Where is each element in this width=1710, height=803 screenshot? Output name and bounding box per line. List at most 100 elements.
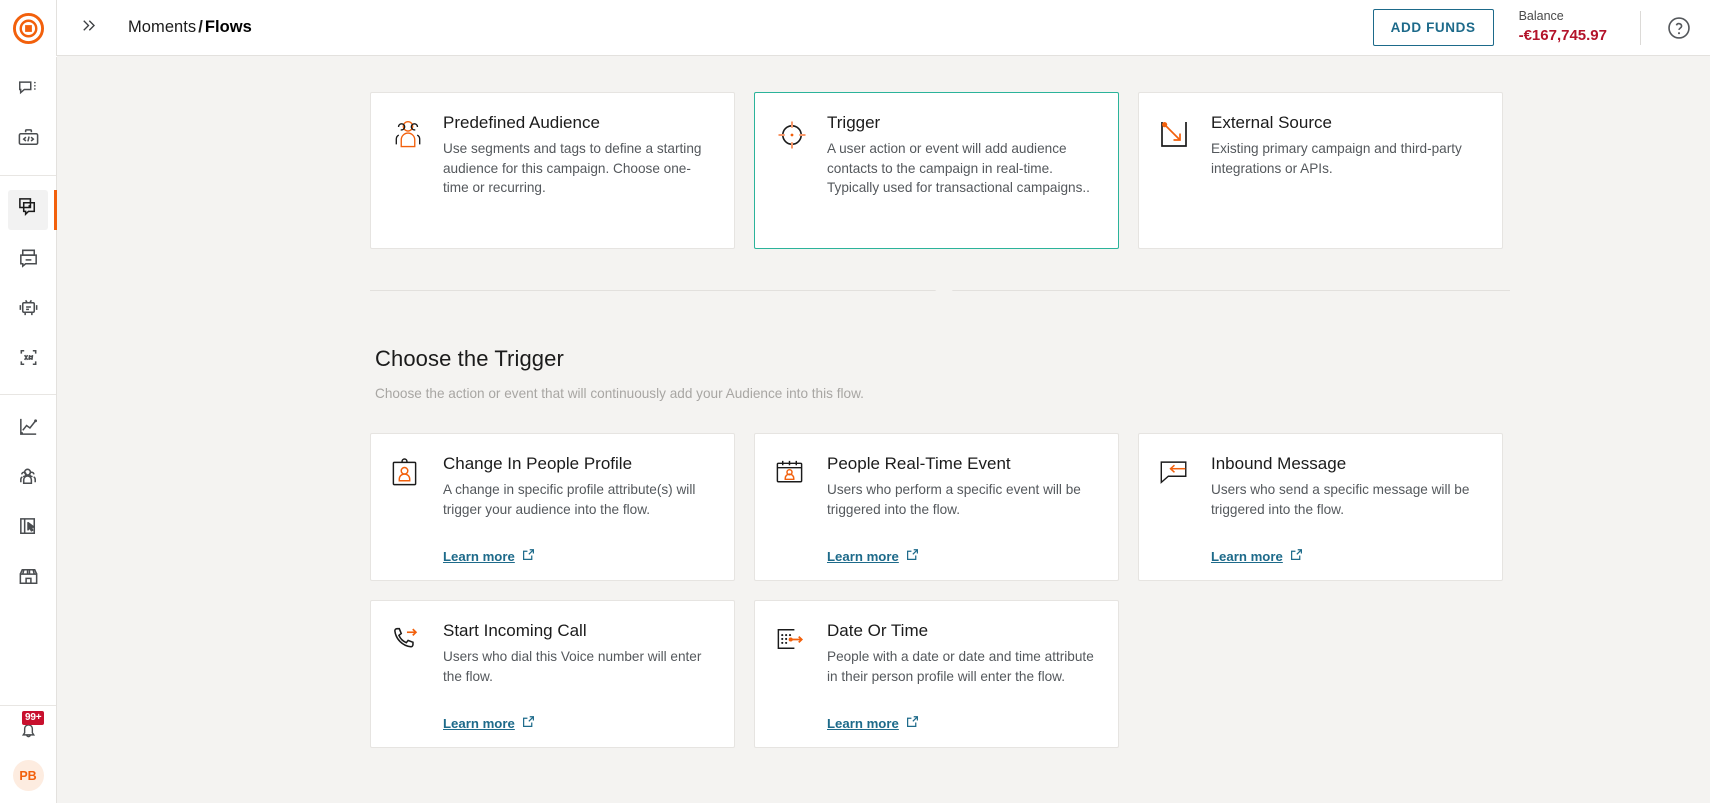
- moments-flows-icon: [17, 196, 40, 224]
- sidebar-item-developer-tools[interactable]: [8, 121, 48, 161]
- trigger-card-title: Date Or Time: [827, 621, 929, 640]
- left-navigation-rail: 99+ PB: [0, 0, 57, 803]
- entry-point-card-description: Existing primary campaign and third-part…: [1211, 141, 1462, 176]
- learn-more-link[interactable]: Learn more: [443, 530, 535, 564]
- people-icon: [17, 465, 40, 493]
- main-column: Moments / Flows ADD FUNDS Balance -€167,74…: [57, 0, 1710, 803]
- entry-point-card-row: Predefined Audience Use segments and tag…: [57, 92, 1710, 249]
- learn-more-link[interactable]: Learn more: [827, 530, 919, 564]
- entry-point-card-body: External Source Existing primary campaig…: [1211, 113, 1480, 228]
- sidebar-item-forms[interactable]: [8, 509, 48, 549]
- sidebar-item-analytics[interactable]: [8, 409, 48, 449]
- sidebar-item-moments[interactable]: [8, 190, 57, 230]
- balance-block: Balance -€167,745.97: [1519, 9, 1607, 45]
- notifications-button[interactable]: 99+: [8, 711, 48, 750]
- trigger-card-body: Change In People Profile A change in spe…: [443, 454, 712, 564]
- learn-more-label: Learn more: [827, 715, 899, 731]
- divider-caret-icon: [934, 283, 954, 292]
- external-link-icon: [522, 715, 535, 731]
- entry-point-card-predefined-audience[interactable]: Predefined Audience Use segments and tag…: [370, 92, 735, 249]
- incoming-call-icon: [390, 621, 426, 731]
- entry-point-card-body: Predefined Audience Use segments and tag…: [443, 113, 712, 228]
- top-bar-divider: [1640, 10, 1641, 45]
- breadcrumb-current: Flows: [204, 18, 252, 36]
- trigger-card-title: Change In People Profile: [443, 454, 633, 473]
- trigger-card-body: People Real-Time Event Users who perform…: [827, 454, 1096, 564]
- predefined-audience-icon: [390, 113, 426, 228]
- calendar-person-icon: [774, 454, 810, 564]
- trigger-card-body: Inbound Message Users who send a specifi…: [1211, 454, 1480, 564]
- trigger-card-description: A change in specific profile attribute(s…: [443, 482, 696, 517]
- rail-group-data: [0, 395, 56, 613]
- rail-group-moments: [0, 176, 57, 395]
- storefront-icon: [17, 565, 40, 593]
- balance-label: Balance: [1518, 9, 1564, 24]
- sidebar-item-conversations[interactable]: [8, 71, 48, 111]
- learn-more-link[interactable]: Learn more: [443, 697, 535, 731]
- learn-more-label: Learn more: [443, 548, 515, 564]
- entry-point-card-body: Trigger A user action or event will add …: [827, 113, 1096, 228]
- top-bar-right: ADD FUNDS Balance -€167,745.97: [1372, 9, 1692, 46]
- page-title: Choose the Trigger: [375, 346, 564, 371]
- section-subtitle: Choose the action or event that will con…: [375, 386, 864, 401]
- add-funds-button[interactable]: ADD FUNDS: [1372, 9, 1494, 46]
- trigger-card-people-real-time-event[interactable]: People Real-Time Event Users who perform…: [754, 433, 1119, 581]
- entry-point-card-title: External Source: [1211, 113, 1332, 132]
- entry-point-card-description: A user action or event will add audience…: [827, 141, 1090, 195]
- section-divider: [57, 283, 1710, 306]
- breadcrumb-parent[interactable]: Moments: [128, 18, 196, 36]
- inbound-message-icon: [1158, 454, 1194, 564]
- trigger-card-date-or-time[interactable]: Date Or Time People with a date or date …: [754, 600, 1119, 748]
- app-root: 99+ PB Moments / Flows ADD FUNDS Balance…: [0, 0, 1710, 803]
- sidebar-item-numbers[interactable]: [8, 340, 48, 380]
- learn-more-link[interactable]: Learn more: [1211, 530, 1303, 564]
- trigger-target-icon: [774, 113, 810, 228]
- notifications-badge: 99+: [22, 711, 45, 725]
- broadcast-icon: [17, 246, 40, 274]
- content-inner: Predefined Audience Use segments and tag…: [57, 56, 1710, 748]
- section-header: Choose the Trigger Choose the action or …: [57, 346, 1710, 401]
- avatar[interactable]: PB: [12, 760, 44, 791]
- rail-group-communication: [0, 57, 56, 176]
- learn-more-link[interactable]: Learn more: [827, 697, 919, 731]
- answers-bot-icon: [17, 296, 40, 324]
- trigger-card-grid: Change In People Profile A change in spe…: [57, 433, 1710, 748]
- trigger-card-title: People Real-Time Event: [827, 454, 1011, 473]
- external-link-icon: [906, 715, 919, 731]
- help-circle-icon: [1666, 16, 1692, 45]
- learn-more-label: Learn more: [1211, 548, 1283, 564]
- conversations-icon: [17, 78, 39, 105]
- trigger-card-description: Users who dial this Voice number will en…: [443, 649, 702, 684]
- breadcrumb: Moments / Flows: [128, 18, 252, 37]
- entry-point-card-title: Predefined Audience: [443, 113, 600, 132]
- trigger-card-description: Users who send a specific message will b…: [1211, 482, 1470, 517]
- double-chevron-right-icon: [79, 16, 98, 40]
- content-area: Predefined Audience Use segments and tag…: [57, 56, 1710, 803]
- sidebar-item-broadcast[interactable]: [8, 240, 48, 280]
- expand-sidebar-button[interactable]: [74, 14, 102, 42]
- entry-point-card-description: Use segments and tags to define a starti…: [443, 141, 702, 195]
- entry-point-card-external-source[interactable]: External Source Existing primary campaig…: [1138, 92, 1503, 249]
- breadcrumb-separator: /: [198, 18, 203, 36]
- infobip-logo[interactable]: [0, 0, 57, 57]
- trigger-card-start-incoming-call[interactable]: Start Incoming Call Users who dial this …: [370, 600, 735, 748]
- trigger-card-title: Start Incoming Call: [443, 621, 587, 640]
- sidebar-item-people[interactable]: [8, 459, 48, 499]
- rail-bottom-section: 99+ PB: [0, 705, 56, 803]
- entry-point-card-trigger[interactable]: Trigger A user action or event will add …: [754, 92, 1119, 249]
- trigger-card-description: Users who perform a specific event will …: [827, 482, 1081, 517]
- sidebar-item-exchange[interactable]: [8, 559, 48, 599]
- external-link-icon: [906, 548, 919, 564]
- analytics-chart-icon: [17, 415, 40, 443]
- trigger-card-change-in-people-profile[interactable]: Change In People Profile A change in spe…: [370, 433, 735, 581]
- trigger-card-title: Inbound Message: [1211, 454, 1347, 473]
- sidebar-item-answers[interactable]: [8, 290, 48, 330]
- entry-point-card-title: Trigger: [827, 113, 881, 132]
- balance-value: -€167,745.97: [1518, 26, 1607, 44]
- trigger-card-inbound-message[interactable]: Inbound Message Users who send a specifi…: [1138, 433, 1503, 581]
- external-link-icon: [522, 548, 535, 564]
- developer-tools-icon: [17, 127, 40, 155]
- external-link-icon: [1290, 548, 1303, 564]
- trigger-card-body: Date Or Time People with a date or date …: [827, 621, 1096, 731]
- help-button[interactable]: [1666, 15, 1692, 41]
